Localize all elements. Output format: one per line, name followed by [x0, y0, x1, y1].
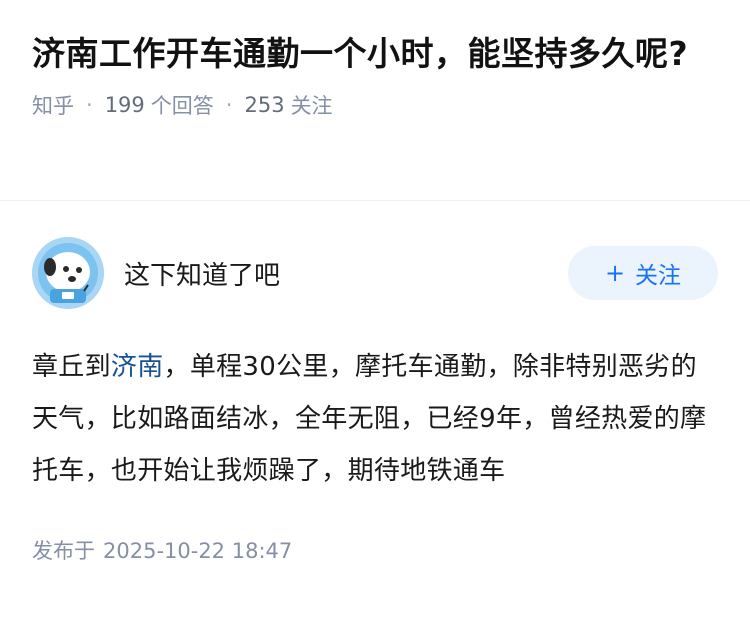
- question-title[interactable]: 济南工作开车通勤一个小时，能坚持多久呢?: [32, 30, 718, 78]
- question-header: 济南工作开车通勤一个小时，能坚持多久呢? 知乎 · 199 个回答 · 253 …: [0, 0, 750, 170]
- content-text-prefix: 章丘到: [32, 352, 111, 382]
- meta-separator: ·: [225, 93, 233, 117]
- author-name[interactable]: 这下知道了吧: [124, 255, 568, 292]
- answer-count-label[interactable]: 个回答: [151, 90, 214, 120]
- question-meta: 知乎 · 199 个回答 · 253 关注: [32, 90, 718, 120]
- content-link-jinan[interactable]: 济南: [111, 352, 164, 382]
- answer-card: 这下知道了吧 + 关注 章丘到济南，单程30公里，摩托车通勤，除非特别恶劣的天气…: [0, 201, 750, 565]
- follow-button-label: 关注: [635, 263, 682, 289]
- astronaut-dog-avatar-icon: [32, 237, 104, 309]
- publish-time: 发布于 2025-10-22 18:47: [32, 535, 718, 565]
- publish-label: 发布于: [32, 539, 95, 563]
- meta-separator: ·: [86, 93, 93, 117]
- author-row: 这下知道了吧 + 关注: [32, 233, 718, 313]
- source-label[interactable]: 知乎: [32, 90, 74, 120]
- follow-count: 253: [244, 93, 285, 117]
- answer-count: 199: [104, 93, 145, 117]
- answer-content: 章丘到济南，单程30公里，摩托车通勤，除非特别恶劣的天气，比如路面结冰，全年无阻…: [32, 341, 718, 497]
- publish-timestamp: 2025-10-22 18:47: [103, 539, 293, 563]
- follow-count-label: 关注: [290, 94, 333, 118]
- follow-button[interactable]: + 关注: [568, 246, 718, 300]
- plus-icon: +: [604, 259, 626, 287]
- avatar[interactable]: [32, 237, 104, 309]
